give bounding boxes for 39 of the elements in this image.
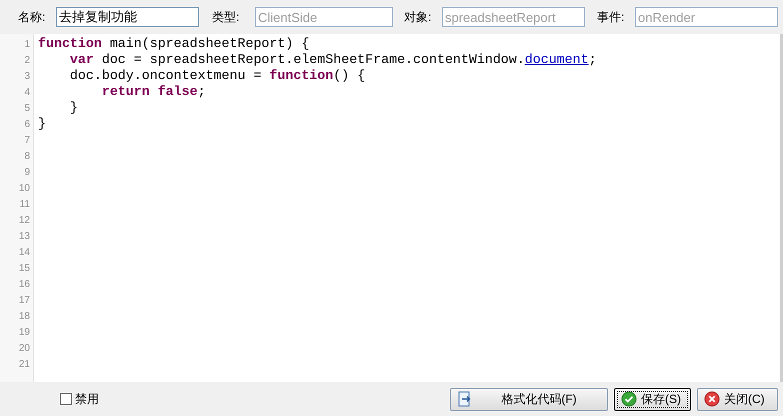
code-line: } [38, 116, 47, 132]
line-number: 2 [24, 54, 30, 68]
line-number: 6 [24, 118, 30, 132]
field-label: 对象: [404, 9, 432, 26]
save-button[interactable]: 保存(S) [614, 388, 691, 410]
line-number: 13 [18, 230, 30, 244]
disable-checkbox[interactable]: 禁用 [60, 390, 99, 408]
line-number: 21 [18, 358, 30, 372]
line-number: 11 [20, 198, 30, 212]
field-label: 事件: [597, 9, 626, 26]
field-label: 名称: [18, 9, 46, 26]
line-number: 10 [18, 182, 30, 196]
code-line: } [68, 100, 79, 116]
line-number: 16 [18, 278, 30, 292]
line-number: 20 [18, 342, 30, 356]
line-number: 4 [24, 86, 30, 100]
line-number: 3 [24, 70, 30, 84]
field-label: 类型: [212, 9, 240, 26]
line-number: 17 [18, 294, 30, 308]
line-number: 19 [18, 326, 30, 340]
code-line: function main(spreadsheetReport) { [38, 36, 310, 52]
input-field[interactable]: 去掉复制功能 [56, 7, 199, 27]
close-button[interactable]: 关闭(C) [697, 388, 778, 410]
line-number: 18 [18, 310, 30, 324]
line-number: 9 [24, 166, 30, 180]
close-icon [704, 391, 720, 407]
line-number: 1 [24, 38, 30, 52]
code-line: return false; [100, 84, 207, 100]
format-code-button[interactable]: 格式化代码(F) [450, 388, 608, 410]
code-line: var doc = spreadsheetReport.elemSheetFrame.contentWindow.document; [68, 52, 597, 68]
line-number: 5 [24, 102, 30, 116]
document-arrow-icon [457, 391, 473, 407]
line-number: 12 [18, 214, 30, 228]
check-icon [621, 391, 637, 407]
line-number: 14 [18, 246, 30, 260]
line-number: 15 [18, 262, 30, 276]
line-number: 8 [24, 150, 30, 164]
code-line: doc.body.oncontextmenu = function() { [68, 68, 366, 84]
line-number: 7 [24, 134, 30, 148]
